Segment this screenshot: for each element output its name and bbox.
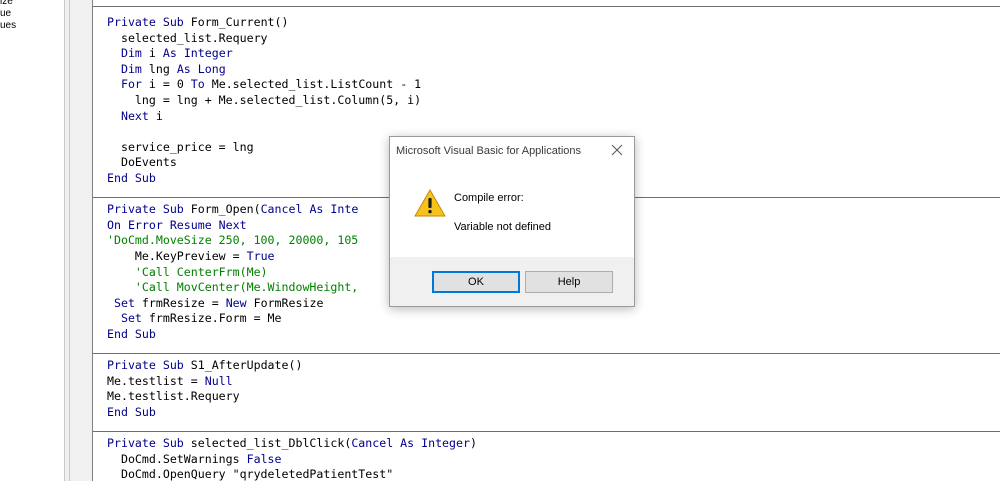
code-line: End Sub: [107, 171, 156, 187]
explorer-item[interactable]: ize: [0, 0, 13, 8]
code-line: Set frmResize.Form = Me: [107, 311, 282, 327]
code-text: lng: [141, 61, 177, 76]
code-text: i = 0: [141, 77, 191, 92]
code-line: 'DoCmd.MoveSize 250, 100, 20000, 105: [107, 233, 358, 249]
code-keyword: For: [120, 77, 142, 92]
code-line: Next i: [107, 109, 163, 125]
code-text: Form_Open(: [190, 202, 261, 217]
code-keyword: As Integer: [162, 46, 233, 61]
code-keyword: To: [190, 77, 205, 92]
code-keyword: New: [225, 295, 247, 310]
code-text: DoEvents: [107, 155, 177, 170]
code-text: Me.testlist.Requery: [107, 389, 240, 404]
code-line: On Error Resume Next: [107, 218, 247, 234]
code-text: Form_Current(): [190, 15, 289, 29]
code-keyword: On Error Resume Next: [107, 217, 247, 232]
code-text: FormResize: [246, 295, 324, 310]
code-line: 'Call MovCenter(Me.WindowHeight,: [107, 280, 358, 296]
code-text: selected_list.Requery: [107, 30, 268, 45]
compile-error-dialog: Microsoft Visual Basic for Applications …: [389, 136, 635, 307]
code-line: Private Sub S1_AfterUpdate(): [107, 358, 302, 374]
code-keyword: Set: [120, 311, 142, 326]
code-keyword: Dim: [120, 46, 142, 61]
code-text: Me.testlist =: [107, 373, 205, 388]
code-text: lng = lng + Me.selected_list.Column(5, i…: [107, 93, 422, 107]
code-text: DoCmd.OpenQuery "qrydeletedPatientTest": [107, 467, 394, 482]
project-explorer-pane: ize ue ues: [0, 0, 64, 481]
code-keyword: Cancel As Inte: [260, 202, 359, 217]
code-keyword: False: [246, 451, 282, 466]
code-line: Me.KeyPreview = True: [107, 249, 275, 265]
procedure-separator: [93, 6, 1000, 7]
code-text: service_price = lng: [107, 139, 254, 154]
code-comment: 'DoCmd.MoveSize 250, 100, 20000, 105: [107, 233, 359, 248]
code-line: DoCmd.SetWarnings False: [107, 452, 282, 468]
code-line: For i = 0 To Me.selected_list.ListCount …: [107, 77, 421, 93]
code-line: Set frmResize = New FormResize: [107, 296, 323, 312]
procedure-separator: [93, 431, 1000, 433]
code-keyword: Set: [113, 295, 135, 310]
code-text: selected_list_DblClick(: [190, 436, 352, 451]
code-line: DoEvents: [107, 155, 177, 171]
code-line: 'Call CenterFrm(Me): [107, 265, 268, 281]
help-button[interactable]: Help: [525, 271, 613, 293]
code-text: S1_AfterUpdate(): [190, 358, 303, 373]
dialog-button-bar: OK Help: [390, 257, 634, 306]
code-keyword: Private Sub: [107, 358, 191, 373]
code-line: Me.testlist = Null: [107, 374, 233, 390]
code-line: End Sub: [107, 327, 156, 343]
code-keyword: Next: [120, 108, 149, 123]
code-line: service_price = lng: [107, 140, 254, 156]
explorer-item[interactable]: ues: [0, 20, 16, 32]
dialog-title: Microsoft Visual Basic for Applications: [396, 145, 582, 157]
code-text: Me.KeyPreview =: [107, 249, 247, 263]
code-keyword: As Long: [176, 61, 226, 76]
code-margin-indicator-bar[interactable]: [70, 0, 92, 481]
code-line: Me.testlist.Requery: [107, 389, 240, 405]
code-keyword: End Sub: [107, 405, 156, 419]
warning-icon: [414, 189, 446, 217]
code-keyword: Private Sub: [107, 436, 191, 451]
code-text: ): [469, 436, 477, 451]
code-keyword: Dim: [120, 61, 142, 76]
code-text: i: [148, 108, 163, 123]
code-line: Private Sub Form_Open(Cancel As Inte: [107, 202, 358, 218]
code-keyword: Private Sub: [107, 15, 191, 29]
code-keyword: End Sub: [107, 171, 156, 185]
code-line: selected_list.Requery: [107, 31, 268, 47]
code-keyword: Cancel As Integer: [351, 436, 470, 451]
error-heading: Compile error:: [454, 192, 524, 204]
code-keyword: End Sub: [107, 327, 156, 341]
code-line: Dim lng As Long: [107, 62, 226, 78]
code-line: lng = lng + Me.selected_list.Column(5, i…: [107, 93, 421, 109]
code-line: Private Sub selected_list_DblClick(Cance…: [107, 436, 477, 452]
ok-button[interactable]: OK: [432, 271, 520, 293]
code-text: frmResize =: [134, 295, 226, 310]
code-keyword: True: [246, 249, 275, 263]
code-text: Me.selected_list.ListCount - 1: [204, 77, 422, 92]
code-keyword: Private Sub: [107, 202, 191, 217]
code-text: i: [141, 46, 163, 61]
error-detail: Variable not defined: [454, 221, 552, 233]
code-text: DoCmd.SetWarnings: [107, 451, 247, 466]
code-text: frmResize.Form = Me: [141, 311, 282, 326]
explorer-item[interactable]: ue: [0, 8, 11, 20]
procedure-separator: [93, 353, 1000, 355]
close-icon[interactable]: [608, 141, 626, 159]
code-comment: 'Call MovCenter(Me.WindowHeight,: [107, 280, 359, 295]
code-line: End Sub: [107, 405, 156, 421]
code-line: Private Sub Form_Current(): [107, 15, 289, 31]
code-keyword: Null: [204, 373, 233, 388]
code-line: Dim i As Integer: [107, 46, 233, 62]
code-comment: 'Call CenterFrm(Me): [107, 264, 268, 279]
